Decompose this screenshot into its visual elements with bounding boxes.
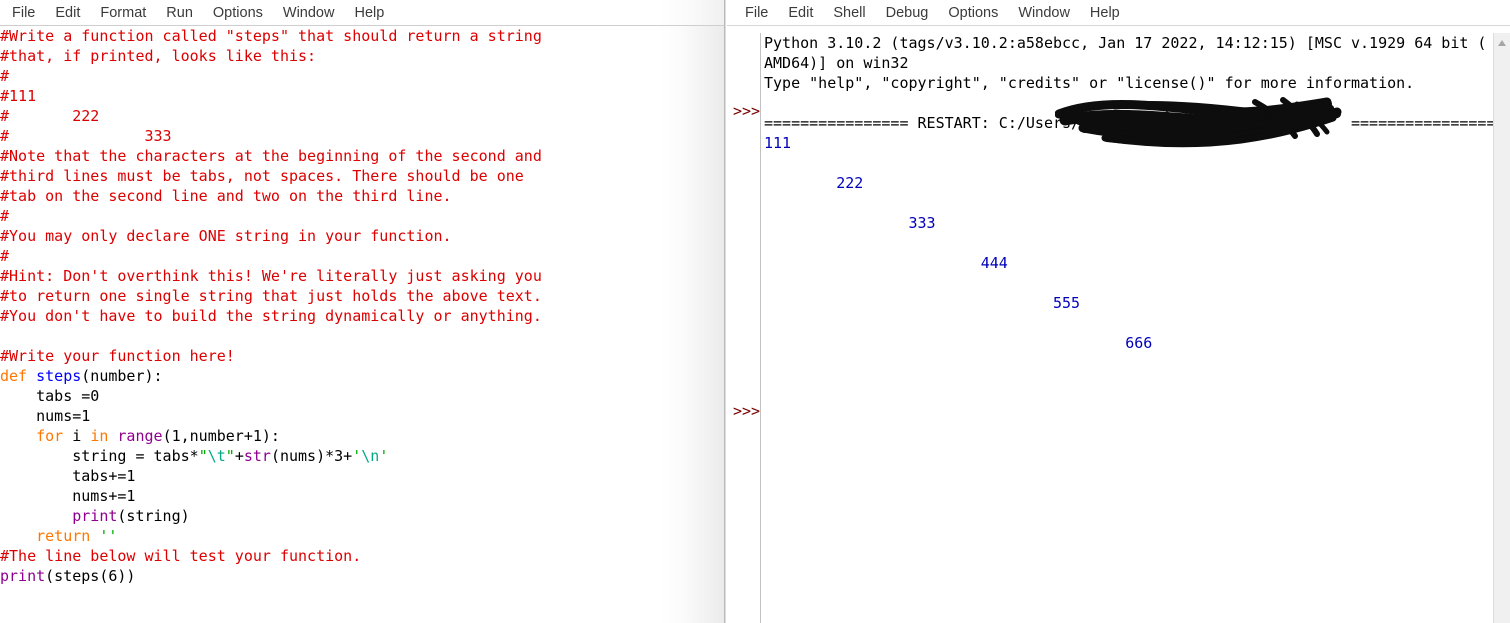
code-line: #111: [0, 87, 37, 105]
editor-menu-options[interactable]: Options: [203, 1, 273, 25]
code-line: #: [0, 67, 10, 85]
code-line: #You may only declare ONE string in your…: [0, 227, 452, 245]
shell-line: [764, 93, 1493, 113]
code-line: #tab on the second line and two on the t…: [0, 187, 452, 205]
shell-menu-shell[interactable]: Shell: [823, 1, 875, 25]
idle-editor-window: File Edit Format Run Options Window Help…: [0, 0, 726, 623]
editor-right-shadow: [660, 0, 724, 623]
code-line: #Hint: Don't overthink this! We're liter…: [0, 267, 542, 285]
code-line: #: [0, 207, 10, 225]
shell-menu-help[interactable]: Help: [1080, 1, 1130, 25]
code-line: #: [0, 247, 10, 265]
editor-menu-run[interactable]: Run: [156, 1, 203, 25]
shell-line: 111: [764, 134, 792, 152]
code-line: #that, if printed, looks like this:: [0, 47, 317, 65]
code-line: for i in range(1,number+1):: [36, 427, 280, 445]
code-line: tabs+=1: [0, 467, 136, 485]
editor-menu-window[interactable]: Window: [273, 1, 345, 25]
shell-prompt-1: >>>: [733, 102, 761, 120]
code-line: tabs =0: [0, 387, 100, 405]
shell-menu-file[interactable]: File: [735, 1, 778, 25]
editor-window-border-inner: [725, 0, 726, 623]
triangle-up-icon[interactable]: [1494, 35, 1510, 51]
shell-line: 333: [764, 214, 936, 232]
idle-shell-window: File Edit Shell Debug Options Window Hel…: [727, 0, 1510, 623]
code-line: print(string): [72, 507, 190, 525]
shell-menu-edit[interactable]: Edit: [778, 1, 823, 25]
shell-body: >>> >>> Python 3.10.2 (tags/v3.10.2:a58eb…: [727, 33, 1510, 623]
code-line: #You don't have to build the string dyna…: [0, 307, 542, 325]
shell-menu-options[interactable]: Options: [938, 1, 1008, 25]
code-line: #Write a function called "steps" that sh…: [0, 27, 542, 45]
shell-menu-debug[interactable]: Debug: [876, 1, 939, 25]
code-line: def steps(number):: [0, 367, 163, 385]
shell-line: [764, 233, 1493, 253]
shell-line: [764, 193, 1493, 213]
code-line: print(steps(6)): [0, 567, 136, 585]
shell-line: [764, 273, 1493, 293]
editor-menu-format[interactable]: Format: [90, 1, 156, 25]
shell-line: Type "help", "copyright", "credits" or "…: [764, 74, 1415, 92]
code-line: return '': [36, 527, 118, 545]
code-line: nums=1: [0, 407, 91, 425]
code-line: #Note that the characters at the beginni…: [0, 147, 542, 165]
shell-prompt-2: >>>: [733, 402, 761, 420]
shell-line: 555: [764, 294, 1081, 312]
shell-line: [764, 313, 1493, 333]
shell-output-area[interactable]: Python 3.10.2 (tags/v3.10.2:a58ebcc, Jan…: [761, 33, 1493, 623]
shell-line: [764, 153, 1493, 173]
shell-line: AMD64)] on win32: [764, 54, 909, 72]
code-line: #to return one single string that just h…: [0, 287, 542, 305]
shell-line: 444: [764, 254, 1008, 272]
shell-menubar: File Edit Shell Debug Options Window Hel…: [727, 0, 1510, 26]
shell-line: Python 3.10.2 (tags/v3.10.2:a58ebcc, Jan…: [764, 34, 1487, 52]
shell-line: ================ RESTART: C:/Users/ ====…: [764, 114, 1493, 132]
idle-screenshot: File Edit Format Run Options Window Help…: [0, 0, 1510, 623]
code-line: # 333: [0, 127, 172, 145]
shell-prompt-gutter: >>> >>>: [727, 33, 760, 623]
shell-scrollbar[interactable]: [1493, 33, 1510, 623]
shell-menu-window[interactable]: Window: [1008, 1, 1080, 25]
shell-line: [764, 353, 1493, 373]
shell-line: [764, 373, 1493, 393]
editor-menubar: File Edit Format Run Options Window Help: [0, 0, 726, 26]
code-line: # 222: [0, 107, 100, 125]
code-line: #third lines must be tabs, not spaces. T…: [0, 167, 524, 185]
code-line: #The line below will test your function.: [0, 547, 362, 565]
shell-line: 222: [764, 174, 864, 192]
editor-code-area[interactable]: #Write a function called "steps" that sh…: [0, 26, 660, 623]
editor-right-shadow-top: [660, 0, 724, 26]
editor-menu-file[interactable]: File: [2, 1, 45, 25]
editor-menu-edit[interactable]: Edit: [45, 1, 90, 25]
shell-line: 666: [764, 334, 1153, 352]
code-line: #Write your function here!: [0, 347, 235, 365]
editor-menu-help[interactable]: Help: [344, 1, 394, 25]
code-line: string = tabs*"\t"+str(nums)*3+'\n': [0, 447, 389, 465]
code-line: nums+=1: [0, 487, 136, 505]
